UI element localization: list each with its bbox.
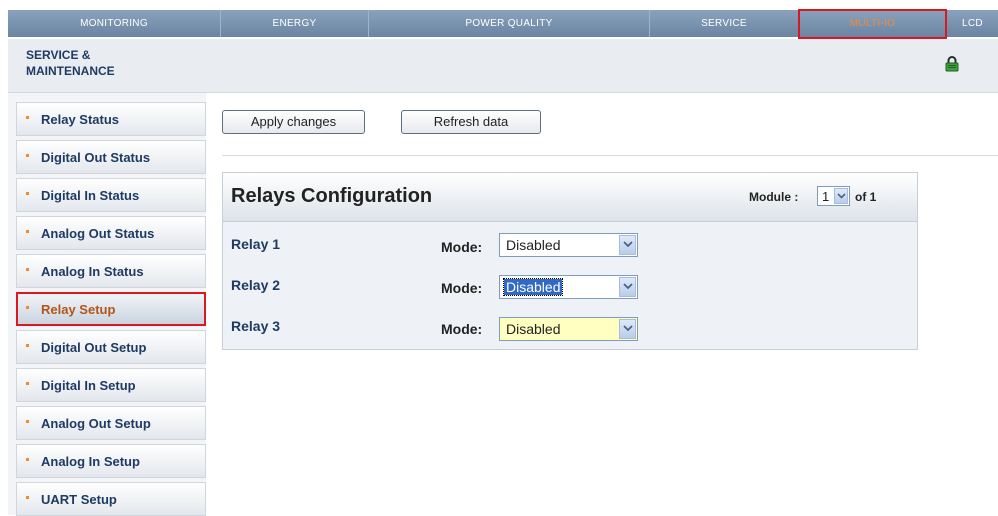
lock-icon[interactable] bbox=[945, 56, 959, 72]
relay-1-mode-label: Mode: bbox=[441, 239, 483, 255]
bullet-icon bbox=[26, 154, 29, 157]
section-header: SERVICE & MAINTENANCE bbox=[8, 39, 998, 93]
bullet-icon bbox=[26, 306, 29, 309]
bullet-icon bbox=[26, 420, 29, 423]
bullet-icon bbox=[26, 496, 29, 499]
sidebar-item-uart-setup[interactable]: UART Setup bbox=[16, 482, 206, 516]
tab-multi-io[interactable]: MULTI-IO bbox=[798, 9, 947, 39]
sidebar: Relay Status Digital Out Status Digital … bbox=[8, 93, 206, 516]
divider bbox=[222, 155, 998, 156]
bullet-icon bbox=[26, 230, 29, 233]
sidebar-item-digital-in-status[interactable]: Digital In Status bbox=[16, 178, 206, 212]
apply-changes-button[interactable]: Apply changes bbox=[222, 110, 365, 134]
sidebar-item-label: Relay Setup bbox=[41, 302, 116, 317]
module-label: Module : bbox=[749, 190, 799, 204]
bullet-icon bbox=[26, 382, 29, 385]
relay-2-mode-value: Disabled bbox=[502, 278, 564, 296]
sidebar-item-relay-status[interactable]: Relay Status bbox=[16, 102, 206, 136]
bullet-icon bbox=[26, 344, 29, 347]
panel-header: Relays Configuration Module : 1 of 1 bbox=[223, 173, 917, 222]
bullet-icon bbox=[26, 192, 29, 195]
bullet-icon bbox=[26, 116, 29, 119]
sidebar-item-analog-in-setup[interactable]: Analog In Setup bbox=[16, 444, 206, 478]
sidebar-item-digital-out-setup[interactable]: Digital Out Setup bbox=[16, 330, 206, 364]
bullet-icon bbox=[26, 458, 29, 461]
sidebar-item-analog-in-status[interactable]: Analog In Status bbox=[16, 254, 206, 288]
bullet-icon bbox=[26, 268, 29, 271]
module-select[interactable]: 1 bbox=[817, 186, 850, 206]
top-navigation: MONITORING ENERGY POWER QUALITY SERVICE … bbox=[8, 9, 998, 39]
chevron-down-icon[interactable] bbox=[619, 319, 636, 339]
relay-2-label: Relay 2 bbox=[231, 277, 281, 293]
sidebar-item-digital-in-setup[interactable]: Digital In Setup bbox=[16, 368, 206, 402]
sidebar-item-label: UART Setup bbox=[41, 492, 117, 507]
chevron-down-icon[interactable] bbox=[834, 188, 848, 204]
module-count: of 1 bbox=[855, 190, 877, 204]
relay-2-mode-select[interactable]: Disabled bbox=[499, 275, 638, 299]
relay-3-mode-value: Disabled bbox=[506, 321, 561, 337]
sidebar-item-label: Digital Out Setup bbox=[41, 340, 147, 355]
relay-1-label: Relay 1 bbox=[231, 236, 281, 252]
relay-3-mode-select[interactable]: Disabled bbox=[499, 317, 638, 341]
sidebar-item-label: Digital Out Status bbox=[41, 150, 151, 165]
sidebar-item-label: Digital In Status bbox=[41, 188, 140, 203]
panel-title: Relays Configuration bbox=[231, 185, 433, 207]
relay-3-label: Relay 3 bbox=[231, 318, 281, 334]
tab-service[interactable]: SERVICE bbox=[650, 10, 799, 37]
relay-1-mode-select[interactable]: Disabled bbox=[499, 233, 638, 257]
sidebar-item-label: Analog In Status bbox=[41, 264, 144, 279]
tab-lcd[interactable]: LCD bbox=[947, 10, 998, 37]
tab-monitoring[interactable]: MONITORING bbox=[8, 10, 221, 37]
tab-energy[interactable]: ENERGY bbox=[221, 10, 369, 37]
relay-2-mode-label: Mode: bbox=[441, 280, 483, 296]
sidebar-item-label: Analog Out Status bbox=[41, 226, 155, 241]
sidebar-item-digital-out-status[interactable]: Digital Out Status bbox=[16, 140, 206, 174]
tab-power-quality[interactable]: POWER QUALITY bbox=[369, 10, 650, 37]
sidebar-item-relay-setup[interactable]: Relay Setup bbox=[16, 292, 206, 326]
refresh-data-button[interactable]: Refresh data bbox=[401, 110, 541, 134]
section-title-line1: SERVICE & bbox=[26, 48, 91, 62]
sidebar-item-analog-out-setup[interactable]: Analog Out Setup bbox=[16, 406, 206, 440]
section-title: SERVICE & MAINTENANCE bbox=[26, 47, 186, 79]
sidebar-item-analog-out-status[interactable]: Analog Out Status bbox=[16, 216, 206, 250]
chevron-down-icon[interactable] bbox=[619, 235, 636, 255]
sidebar-item-label: Analog In Setup bbox=[41, 454, 140, 469]
chevron-down-icon[interactable] bbox=[619, 277, 636, 297]
relay-1-mode-value: Disabled bbox=[506, 237, 561, 253]
sidebar-item-label: Relay Status bbox=[41, 112, 120, 127]
sidebar-item-label: Analog Out Setup bbox=[41, 416, 151, 431]
relay-3-mode-label: Mode: bbox=[441, 321, 483, 337]
module-select-value: 1 bbox=[822, 189, 830, 204]
section-title-line2: MAINTENANCE bbox=[26, 64, 115, 78]
relays-configuration-panel: Relays Configuration Module : 1 of 1 Rel… bbox=[222, 172, 918, 350]
sidebar-item-label: Digital In Setup bbox=[41, 378, 136, 393]
